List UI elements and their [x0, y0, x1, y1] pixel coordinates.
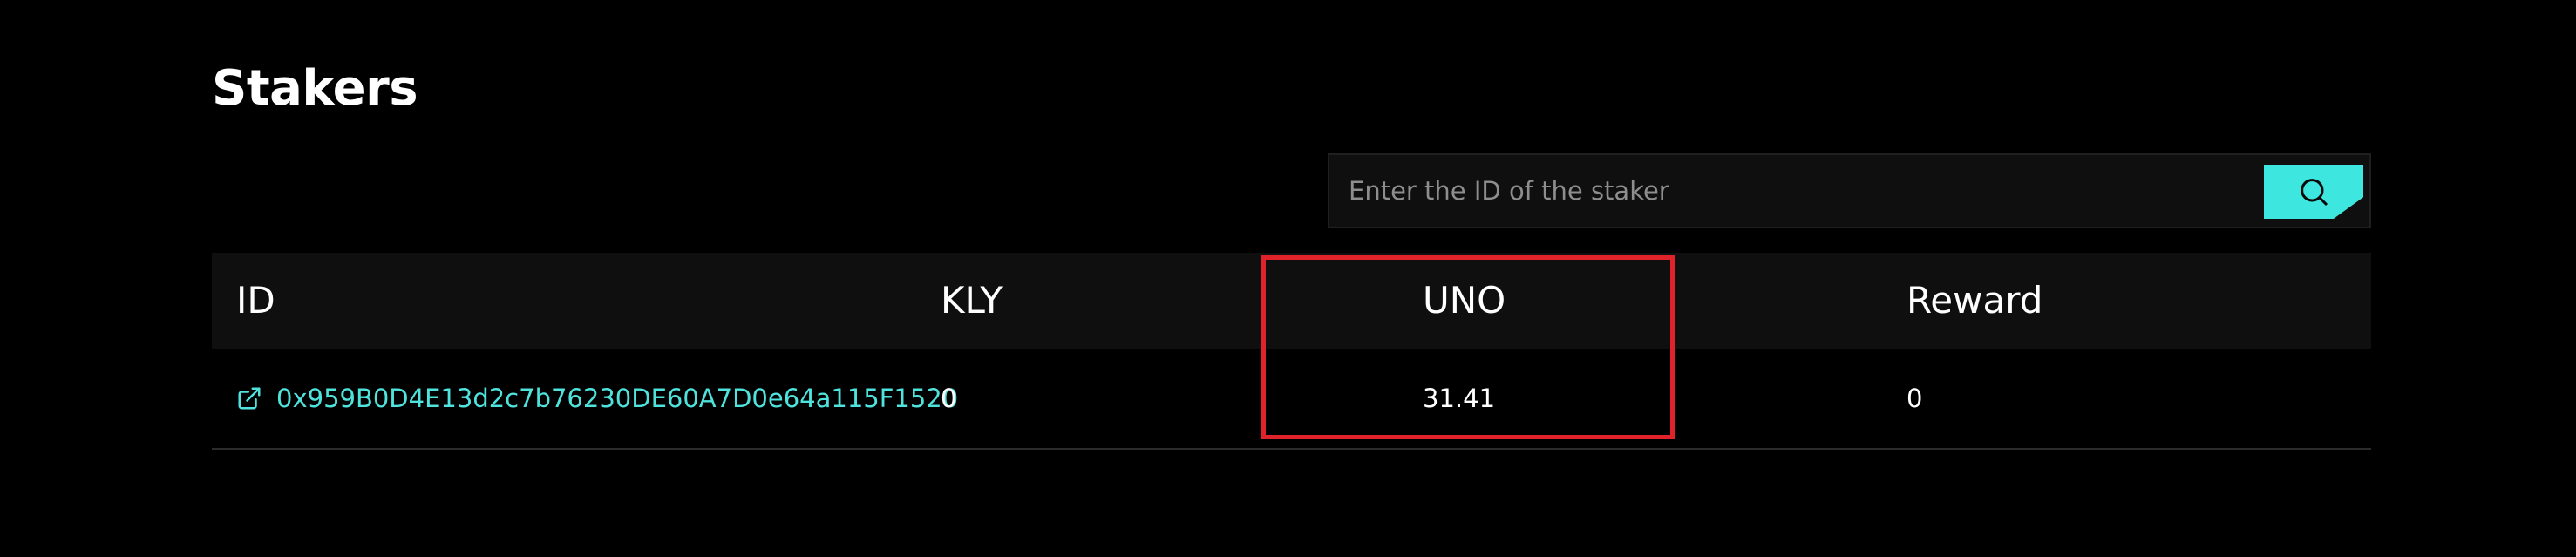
staker-id-text: 0x959B0D4E13d2c7b76230DE60A7D0e64a115F15…	[276, 384, 959, 413]
search-input[interactable]	[1329, 155, 2253, 227]
column-header-uno: UNO	[1423, 279, 1506, 322]
search-button[interactable]	[2264, 165, 2363, 219]
column-header-reward: Reward	[1907, 279, 2043, 322]
kly-cell: 0	[941, 384, 957, 413]
stakers-table: ID KLY UNO Reward 0x959B0D4E13d2c7b76230…	[212, 253, 2371, 450]
column-header-id: ID	[236, 279, 275, 322]
external-link-icon	[238, 387, 261, 410]
staker-id-link[interactable]: 0x959B0D4E13d2c7b76230DE60A7D0e64a115F15…	[236, 349, 958, 448]
table-row: 0x959B0D4E13d2c7b76230DE60A7D0e64a115F15…	[212, 349, 2371, 450]
search-icon	[2301, 179, 2328, 207]
column-header-kly: KLY	[941, 279, 1003, 322]
reward-cell: 0	[1907, 384, 1923, 413]
page-title: Stakers	[212, 60, 418, 117]
table-header: ID KLY UNO Reward	[212, 253, 2371, 349]
search-box	[1328, 153, 2371, 228]
staker-id-cell: 0x959B0D4E13d2c7b76230DE60A7D0e64a115F15…	[236, 349, 958, 448]
uno-cell: 31.41	[1423, 384, 1496, 413]
